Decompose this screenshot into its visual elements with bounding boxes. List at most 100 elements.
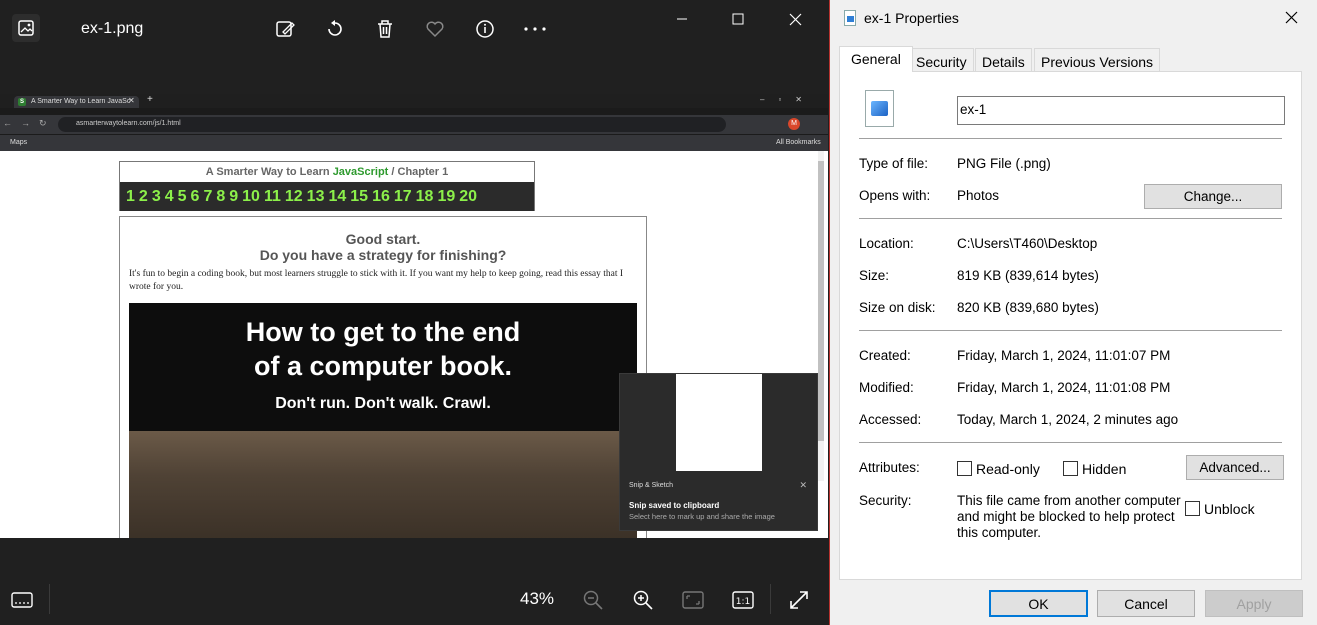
- chapter-link[interactable]: 3: [152, 188, 161, 206]
- change-button[interactable]: Change...: [1144, 184, 1282, 209]
- snip-title: Snip saved to clipboard: [629, 501, 720, 510]
- chapter-link[interactable]: 1: [126, 188, 135, 206]
- tab-previous-versions[interactable]: Previous Versions: [1034, 48, 1161, 71]
- heading-strategy: Do you have a strategy for finishing?: [259, 247, 507, 263]
- rotate-icon[interactable]: [322, 16, 348, 42]
- chapter-link[interactable]: 7: [203, 188, 212, 206]
- content-box: Good start. Do you have a strategy for f…: [119, 216, 647, 538]
- security-message: This file came from another computer and…: [957, 493, 1181, 540]
- all-bookmarks: All Bookmarks: [776, 139, 821, 146]
- general-tab-panel: ex-1 Type of file: PNG File (.png) Opens…: [839, 71, 1302, 580]
- banner-line2: of a computer book.: [253, 351, 513, 381]
- bookmark-maps: Maps: [10, 139, 28, 146]
- chapter-link[interactable]: 4: [165, 188, 174, 206]
- info-icon[interactable]: [472, 16, 498, 42]
- chapter-link[interactable]: 12: [285, 188, 303, 206]
- chapter-link[interactable]: 14: [328, 188, 346, 206]
- photos-window: ex-1.png S A Smarter Way to Learn JavaSc…: [0, 0, 828, 625]
- full-screen-icon[interactable]: [785, 586, 813, 614]
- zoom-level: 43%: [520, 589, 555, 608]
- chapter-link[interactable]: 8: [216, 188, 225, 206]
- photos-bottom-bar: 43% 1:1: [0, 574, 828, 625]
- png-file-small-icon: [844, 10, 856, 26]
- banner-line3: Don't run. Don't walk. Crawl.: [275, 395, 491, 412]
- chapter-link[interactable]: 11: [264, 188, 281, 206]
- crawling-people-photo: [129, 431, 637, 538]
- modified-label: Modified:: [859, 380, 914, 395]
- close-icon[interactable]: [775, 6, 815, 32]
- chapter-link[interactable]: 19: [437, 188, 455, 206]
- chapter-link[interactable]: 20: [459, 188, 477, 206]
- cancel-button[interactable]: Cancel: [1097, 590, 1195, 617]
- snip-notification: Snip & Sketch ✕ Snip saved to clipboard …: [619, 373, 818, 531]
- readonly-label[interactable]: Read-only: [976, 461, 1040, 477]
- bottom-divider: [49, 584, 50, 614]
- readonly-checkbox[interactable]: [957, 461, 972, 476]
- tab-details[interactable]: Details: [975, 48, 1032, 71]
- actual-size-icon[interactable]: 1:1: [729, 586, 757, 614]
- fit-to-window-icon[interactable]: [679, 586, 707, 614]
- displayed-image[interactable]: S A Smarter Way to Learn JavaSc ✕ + –▫✕ …: [0, 94, 828, 538]
- chapter-link[interactable]: 17: [394, 188, 412, 206]
- separator: [859, 330, 1282, 331]
- hidden-checkbox[interactable]: [1063, 461, 1078, 476]
- browser-profile-avatar: M: [788, 118, 800, 130]
- apply-button[interactable]: Apply: [1205, 590, 1303, 617]
- header-prefix: A Smarter Way to Learn: [205, 166, 333, 178]
- browser-nav-icons: ←→↻: [3, 118, 56, 128]
- tab-security[interactable]: Security: [909, 48, 974, 71]
- photos-titlebar: ex-1.png: [0, 0, 828, 62]
- favorite-icon[interactable]: [422, 16, 448, 42]
- minimize-icon[interactable]: [662, 6, 702, 32]
- type-label: Type of file:: [859, 156, 929, 171]
- unblock-checkbox[interactable]: [1185, 501, 1200, 516]
- unblock-label[interactable]: Unblock: [1204, 501, 1255, 517]
- more-icon[interactable]: [522, 16, 548, 42]
- dialog-close-icon[interactable]: [1276, 4, 1306, 30]
- hidden-label[interactable]: Hidden: [1082, 461, 1126, 477]
- separator: [859, 138, 1282, 139]
- chapter-link[interactable]: 16: [372, 188, 390, 206]
- tab-general[interactable]: General: [839, 46, 913, 72]
- banner-line1: How to get to the end: [245, 317, 521, 347]
- browser-tab-title: A Smarter Way to Learn JavaSc: [31, 98, 131, 105]
- snip-app-name: Snip & Sketch: [629, 482, 673, 489]
- chapter-link[interactable]: 6: [191, 188, 200, 206]
- toast-close-icon: ✕: [799, 480, 807, 490]
- zoom-out-icon[interactable]: [579, 586, 607, 614]
- separator: [859, 442, 1282, 443]
- ok-button[interactable]: OK: [989, 590, 1088, 617]
- chapter-link[interactable]: 5: [178, 188, 187, 206]
- filmstrip-icon[interactable]: [8, 586, 36, 614]
- properties-dialog: ex-1 Properties General Security Details…: [829, 0, 1317, 625]
- header-suffix: / Chapter 1: [388, 166, 449, 178]
- security-label: Security:: [859, 493, 912, 508]
- snip-thumbnail: [676, 374, 762, 471]
- file-name-field[interactable]: ex-1: [957, 96, 1285, 125]
- chapter-number-list: 1 2 3 4 5 6 7 8 9 10 11 12 13 14 15 16 17 18 19 20: [120, 182, 534, 211]
- chapter-link[interactable]: 13: [307, 188, 325, 206]
- accessed-label: Accessed:: [859, 412, 922, 427]
- site-favicon-icon: S: [18, 98, 26, 106]
- png-file-icon: [865, 90, 894, 127]
- intro-paragraph: It's fun to begin a coding book, but mos…: [129, 269, 624, 292]
- edit-image-icon[interactable]: [272, 16, 298, 42]
- created-value: Friday, March 1, 2024, 11:01:07 PM: [957, 348, 1171, 363]
- chapter-link[interactable]: 18: [416, 188, 434, 206]
- chapter-link[interactable]: 15: [350, 188, 368, 206]
- browser-bookmarks-bar: Maps All Bookmarks: [0, 135, 828, 151]
- photos-app-icon[interactable]: [12, 14, 40, 42]
- advanced-button[interactable]: Advanced...: [1186, 455, 1284, 480]
- browser-window-controls-icon: –▫✕: [760, 95, 816, 104]
- dialog-title: ex-1 Properties: [864, 10, 959, 26]
- chapter-link[interactable]: 9: [229, 188, 238, 206]
- chapter-header: A Smarter Way to Learn JavaScript / Chap…: [120, 162, 534, 182]
- header-js: JavaScript: [332, 166, 389, 178]
- maximize-icon[interactable]: [718, 6, 758, 32]
- chapter-link[interactable]: 2: [139, 188, 148, 206]
- heading-good-start: Good start.: [345, 231, 421, 247]
- zoom-in-icon[interactable]: [629, 586, 657, 614]
- delete-icon[interactable]: [372, 16, 398, 42]
- chapter-link[interactable]: 10: [242, 188, 260, 206]
- snip-subtitle: Select here to mark up and share the ima…: [629, 512, 775, 521]
